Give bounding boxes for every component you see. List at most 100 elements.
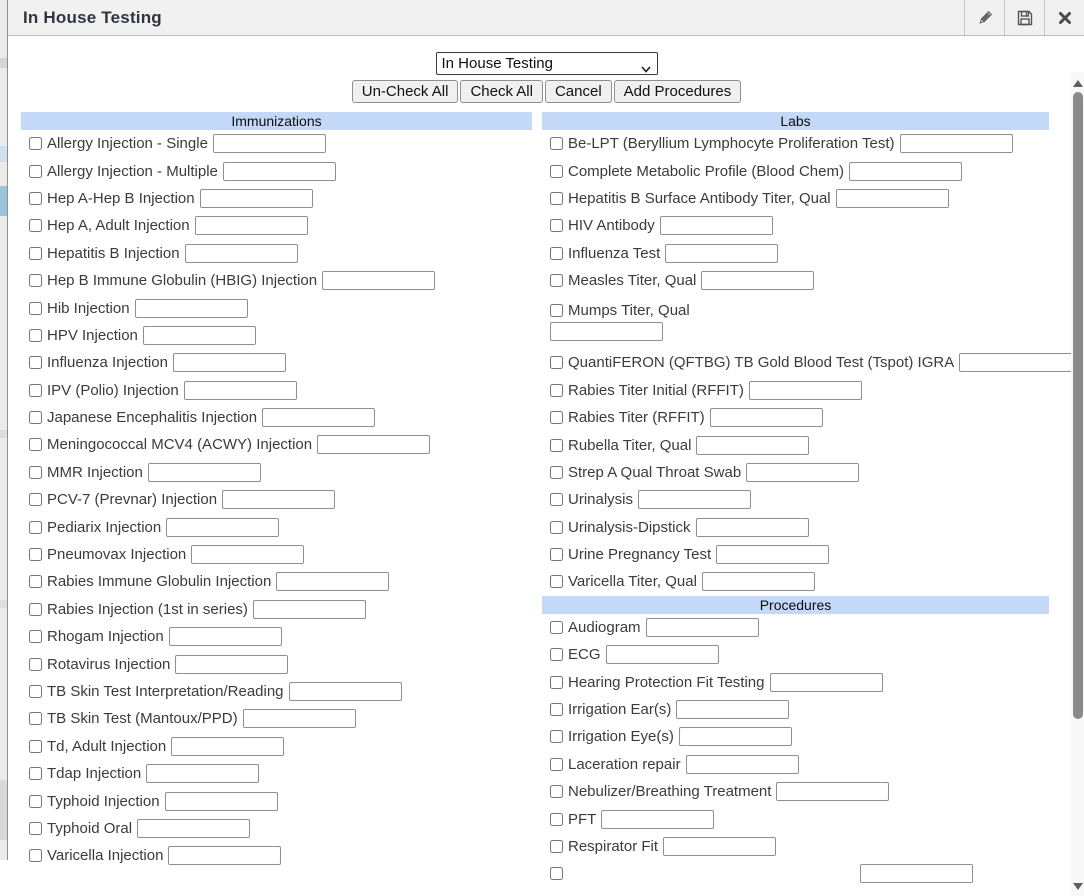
uncheck-all-button[interactable]: Un-Check All	[352, 80, 459, 103]
test-value-input[interactable]	[195, 216, 308, 235]
test-checkbox[interactable]	[29, 493, 42, 506]
test-value-input[interactable]	[638, 490, 751, 509]
test-value-input[interactable]	[701, 271, 814, 290]
test-checkbox[interactable]	[550, 466, 563, 479]
test-value-input[interactable]	[317, 435, 430, 454]
test-value-input[interactable]	[710, 408, 823, 427]
check-all-button[interactable]: Check All	[460, 80, 543, 103]
test-checkbox[interactable]	[29, 521, 42, 534]
test-checkbox[interactable]	[29, 219, 42, 232]
test-value-input[interactable]	[702, 572, 815, 591]
test-value-input[interactable]	[213, 134, 326, 153]
test-checkbox[interactable]	[550, 521, 563, 534]
test-value-input[interactable]	[322, 271, 435, 290]
test-value-input[interactable]	[959, 353, 1072, 372]
test-checkbox[interactable]	[29, 822, 42, 835]
test-checkbox[interactable]	[550, 439, 563, 452]
test-value-input[interactable]	[836, 189, 949, 208]
test-value-input[interactable]	[262, 408, 375, 427]
test-value-input[interactable]	[849, 162, 962, 181]
test-checkbox[interactable]	[29, 137, 42, 150]
test-checkbox[interactable]	[550, 356, 563, 369]
test-checkbox[interactable]	[550, 621, 563, 634]
test-value-input[interactable]	[137, 819, 250, 838]
test-checkbox[interactable]	[550, 648, 563, 661]
close-button[interactable]	[1044, 0, 1084, 35]
test-checkbox[interactable]	[550, 703, 563, 716]
test-checkbox[interactable]	[550, 247, 563, 260]
test-checkbox[interactable]	[550, 813, 563, 826]
test-checkbox[interactable]	[550, 384, 563, 397]
edit-button[interactable]	[964, 0, 1004, 35]
test-value-input[interactable]	[746, 463, 859, 482]
test-value-input[interactable]	[696, 436, 809, 455]
test-checkbox[interactable]	[550, 676, 563, 689]
test-checkbox[interactable]	[550, 548, 563, 561]
test-checkbox[interactable]	[29, 548, 42, 561]
test-checkbox[interactable]	[29, 192, 42, 205]
test-checkbox[interactable]	[550, 758, 563, 771]
test-value-input[interactable]	[601, 810, 714, 829]
test-checkbox[interactable]	[550, 867, 563, 880]
test-checkbox[interactable]	[550, 575, 563, 588]
test-value-input[interactable]	[900, 134, 1013, 153]
test-checkbox[interactable]	[29, 849, 42, 862]
test-category-select[interactable]: In House Testing	[436, 52, 658, 75]
test-checkbox[interactable]	[29, 466, 42, 479]
test-checkbox[interactable]	[29, 411, 42, 424]
test-checkbox[interactable]	[29, 740, 42, 753]
scroll-down-arrow-icon[interactable]	[1073, 883, 1083, 890]
test-checkbox[interactable]	[29, 329, 42, 342]
test-checkbox[interactable]	[550, 192, 563, 205]
scrollbar-thumb[interactable]	[1073, 92, 1083, 719]
save-button[interactable]	[1004, 0, 1044, 35]
test-value-input[interactable]	[146, 764, 259, 783]
test-checkbox[interactable]	[550, 785, 563, 798]
test-checkbox[interactable]	[29, 274, 42, 287]
test-checkbox[interactable]	[29, 630, 42, 643]
test-checkbox[interactable]	[550, 304, 563, 317]
test-checkbox[interactable]	[29, 767, 42, 780]
test-checkbox[interactable]	[29, 302, 42, 315]
test-value-input[interactable]	[165, 792, 278, 811]
test-value-input[interactable]	[676, 700, 789, 719]
test-checkbox[interactable]	[29, 575, 42, 588]
test-checkbox[interactable]	[550, 219, 563, 232]
test-value-input[interactable]	[665, 244, 778, 263]
test-value-input[interactable]	[660, 216, 773, 235]
test-checkbox[interactable]	[29, 165, 42, 178]
test-checkbox[interactable]	[29, 685, 42, 698]
test-value-input[interactable]	[175, 655, 288, 674]
test-checkbox[interactable]	[29, 438, 42, 451]
test-checkbox[interactable]	[29, 603, 42, 616]
test-value-input[interactable]	[663, 837, 776, 856]
test-value-input[interactable]	[716, 545, 829, 564]
test-checkbox[interactable]	[550, 840, 563, 853]
test-value-input[interactable]	[222, 490, 335, 509]
test-value-input[interactable]	[289, 682, 402, 701]
test-value-input[interactable]	[143, 326, 256, 345]
cancel-button[interactable]: Cancel	[545, 80, 612, 103]
test-checkbox[interactable]	[550, 730, 563, 743]
test-value-input[interactable]	[606, 645, 719, 664]
test-value-input[interactable]	[770, 673, 883, 692]
test-value-input[interactable]	[191, 545, 304, 564]
test-checkbox[interactable]	[550, 137, 563, 150]
test-checkbox[interactable]	[29, 712, 42, 725]
test-checkbox[interactable]	[29, 658, 42, 671]
test-value-input[interactable]	[646, 618, 759, 637]
test-checkbox[interactable]	[29, 247, 42, 260]
test-value-input[interactable]	[276, 572, 389, 591]
test-checkbox[interactable]	[550, 165, 563, 178]
test-value-input[interactable]	[166, 518, 279, 537]
test-checkbox[interactable]	[29, 795, 42, 808]
test-checkbox[interactable]	[550, 493, 563, 506]
add-procedures-button[interactable]: Add Procedures	[614, 80, 742, 103]
test-value-input[interactable]	[860, 864, 973, 883]
test-value-input[interactable]	[749, 381, 862, 400]
test-value-input[interactable]	[135, 299, 248, 318]
test-value-input[interactable]	[679, 727, 792, 746]
test-value-input[interactable]	[148, 463, 261, 482]
test-value-input[interactable]	[696, 518, 809, 537]
test-value-input[interactable]	[173, 353, 286, 372]
